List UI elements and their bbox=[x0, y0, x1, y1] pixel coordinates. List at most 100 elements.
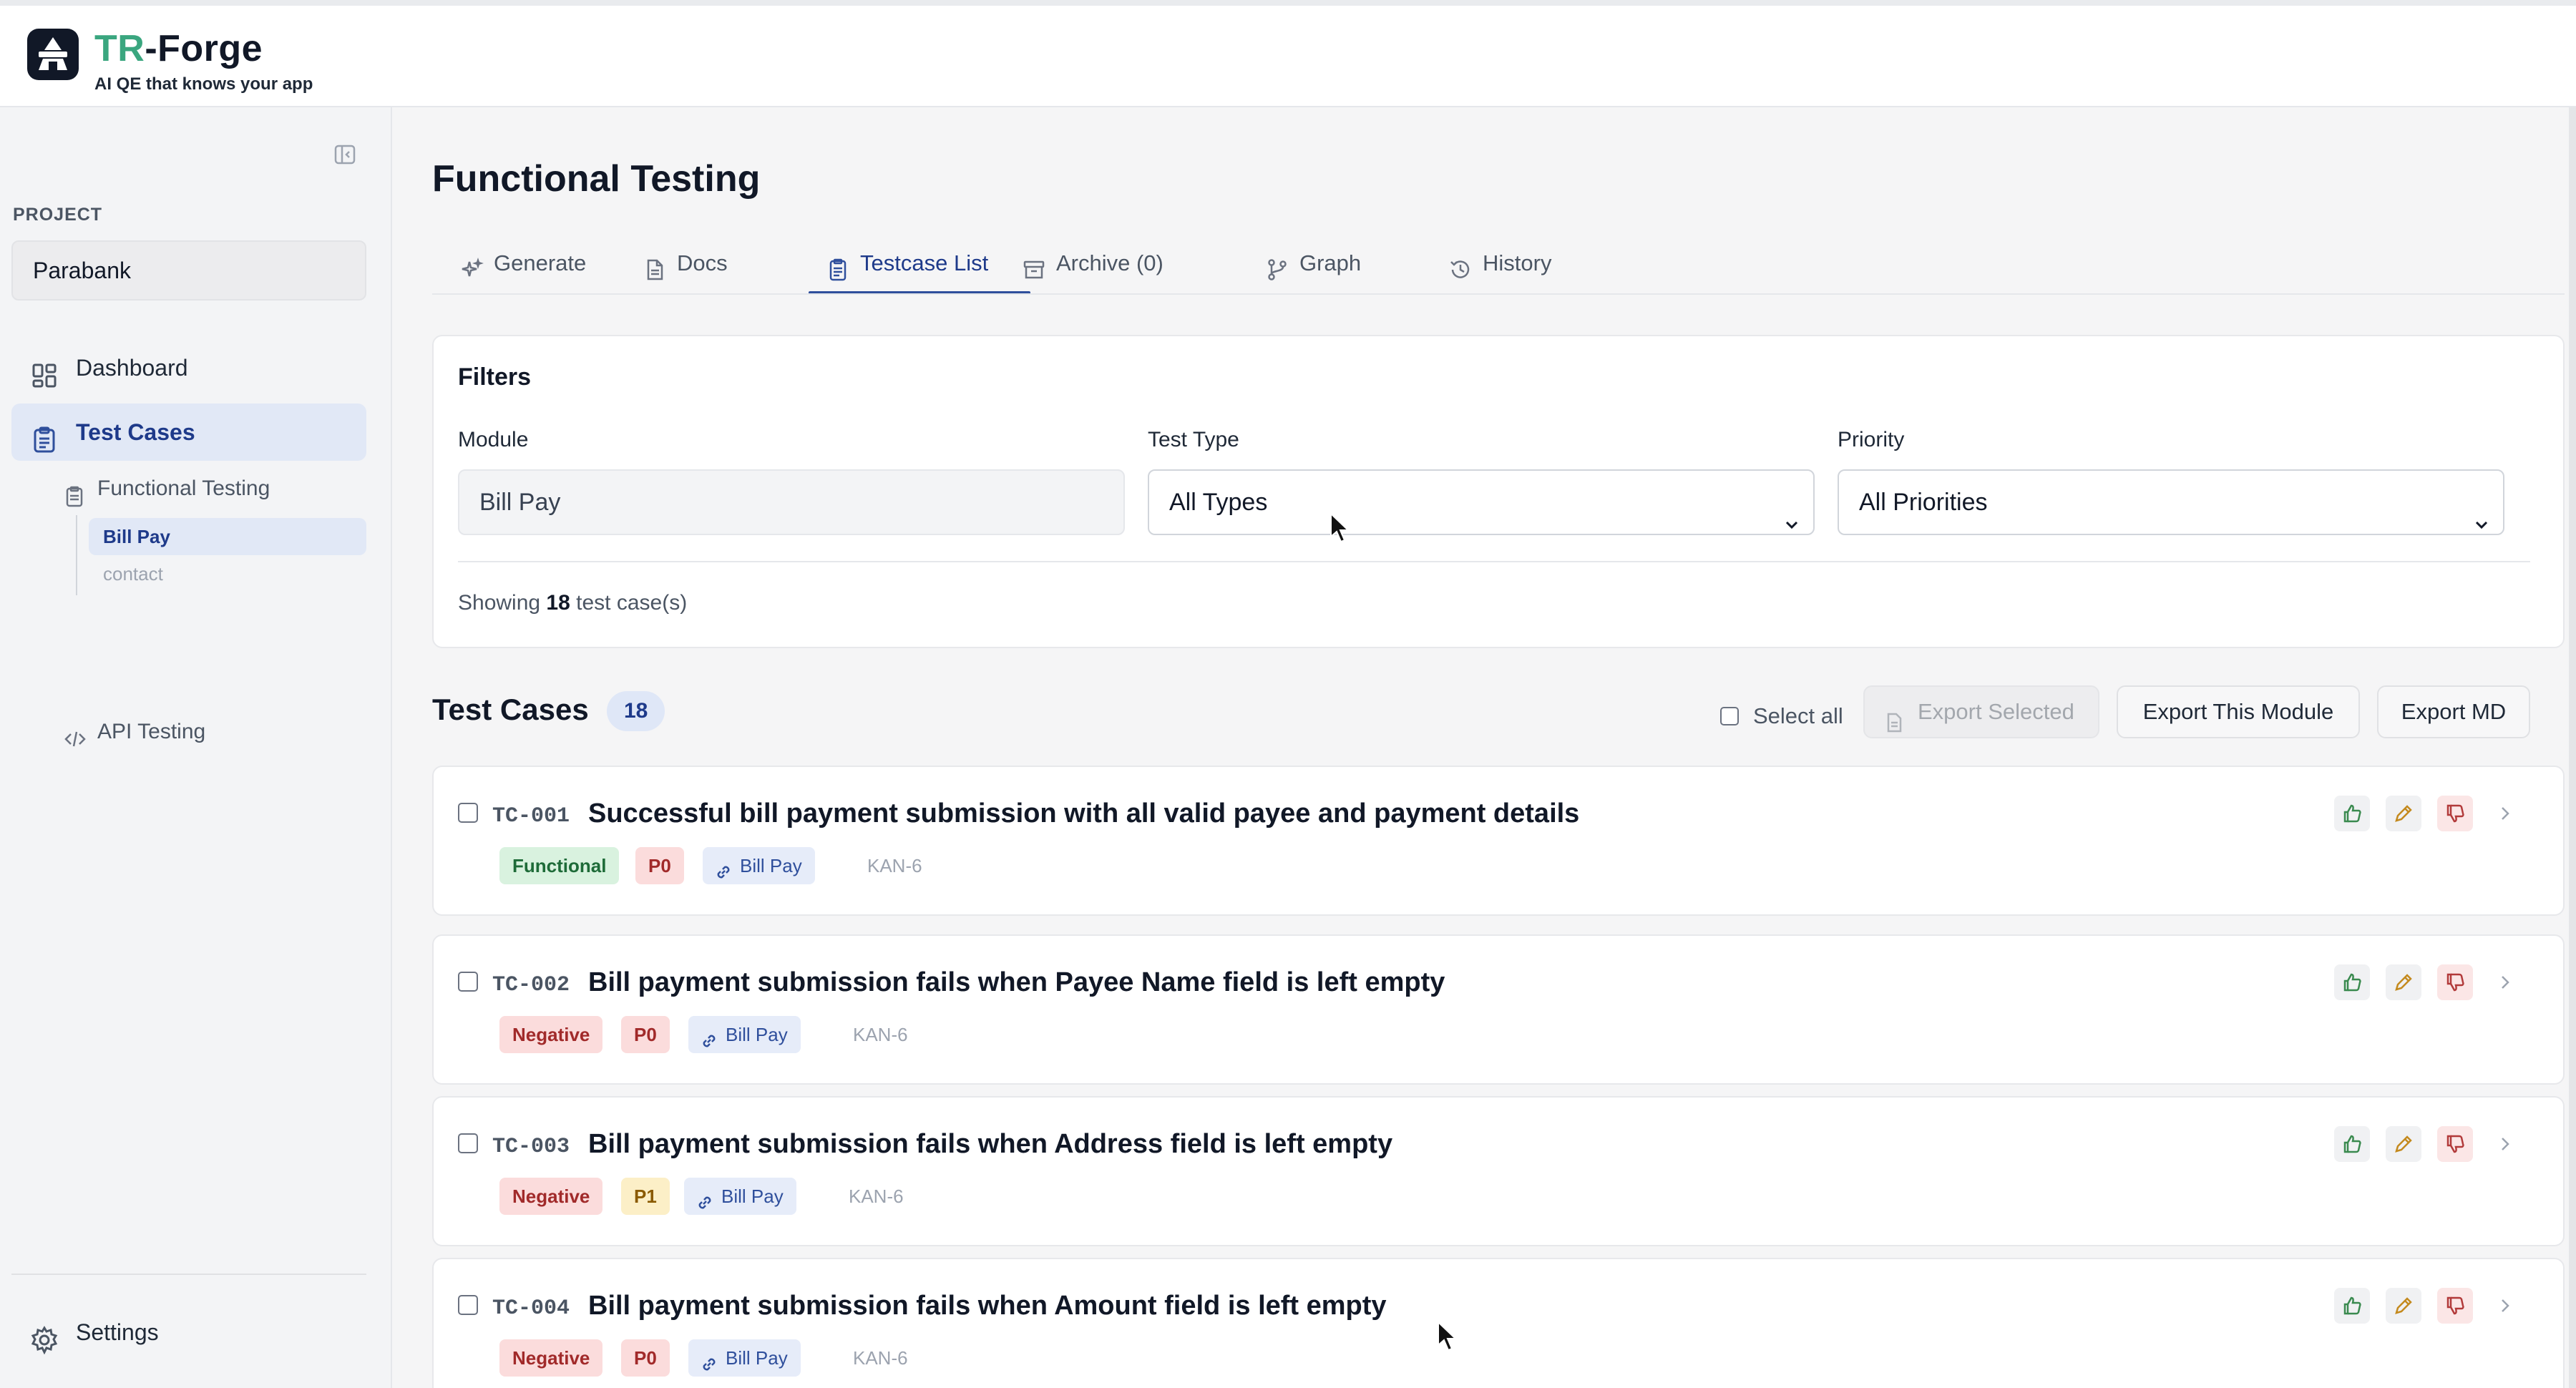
sidebar-item-label: Test Cases bbox=[76, 419, 195, 445]
archive-box-icon bbox=[1022, 252, 1046, 279]
thumbs-up-icon[interactable] bbox=[2334, 1288, 2370, 1324]
ticket-tag[interactable]: KAN-6 bbox=[849, 1178, 904, 1215]
results-count-suffix: test case(s) bbox=[576, 591, 688, 615]
sidebar-item-test-cases[interactable]: Test Cases bbox=[11, 404, 366, 461]
export-selected-button[interactable]: Export Selected bbox=[1863, 685, 2099, 738]
module-filter-field[interactable]: Bill Pay bbox=[458, 469, 1125, 535]
thumbs-down-icon[interactable] bbox=[2437, 1288, 2473, 1324]
module-tag-label: Bill Pay bbox=[721, 1186, 784, 1207]
tab-bar-border bbox=[432, 293, 2565, 295]
sidebar-item-functional-testing[interactable]: Functional Testing bbox=[63, 464, 364, 514]
chevron-right-icon[interactable] bbox=[2487, 1288, 2523, 1324]
sidebar-module-bill-pay[interactable]: Bill Pay bbox=[89, 518, 366, 555]
thumbs-up-icon[interactable] bbox=[2334, 964, 2370, 1000]
filters-panel: Filters Module Test Type Priority Bill P… bbox=[432, 335, 2565, 648]
window-top-strip bbox=[0, 0, 2576, 6]
sidebar-item-label: API Testing bbox=[97, 720, 206, 743]
project-label: PROJECT bbox=[13, 205, 103, 225]
module-tag-label: Bill Pay bbox=[726, 1347, 788, 1369]
tab-label: Docs bbox=[677, 250, 728, 275]
sparkles-icon bbox=[459, 252, 484, 277]
project-selector[interactable]: Parabank bbox=[11, 240, 366, 300]
chevron-down-icon bbox=[1783, 494, 1800, 529]
test-cases-heading: Test Cases bbox=[432, 693, 589, 726]
module-filter-label: Module bbox=[458, 428, 529, 451]
sidebar-item-label: Dashboard bbox=[76, 355, 188, 381]
brand-title: TR-Forge bbox=[94, 27, 263, 70]
row-checkbox[interactable] bbox=[458, 1295, 478, 1315]
pencil-icon[interactable] bbox=[2386, 1126, 2421, 1162]
test-case-title[interactable]: Successful bill payment submission with … bbox=[588, 798, 1579, 829]
ticket-tag[interactable]: KAN-6 bbox=[867, 847, 922, 884]
priority-select-value: All Priorities bbox=[1859, 489, 1988, 516]
tab-label: Generate bbox=[494, 250, 587, 275]
pencil-icon[interactable] bbox=[2386, 1288, 2421, 1324]
test-case-row[interactable]: TC-002 Bill payment submission fails whe… bbox=[432, 934, 2565, 1085]
app-header: TR-Forge AI QE that knows your app bbox=[0, 6, 2576, 107]
module-tag: Bill Pay bbox=[703, 847, 815, 884]
test-type-select[interactable]: All Types bbox=[1148, 469, 1815, 535]
app-window: TR-Forge AI QE that knows your app PROJE… bbox=[0, 0, 2576, 1388]
logo-icon[interactable] bbox=[27, 29, 79, 80]
test-cases-count-badge: 18 bbox=[607, 691, 665, 731]
checkbox[interactable] bbox=[1720, 707, 1739, 725]
chevron-right-icon[interactable] bbox=[2487, 964, 2523, 1000]
pencil-icon[interactable] bbox=[2386, 796, 2421, 831]
document-icon bbox=[1883, 701, 1905, 733]
code-icon bbox=[63, 720, 87, 747]
select-all-label: Select all bbox=[1753, 703, 1843, 728]
link-icon bbox=[714, 856, 733, 879]
sidebar-item-settings[interactable]: Settings bbox=[11, 1304, 366, 1361]
chevron-right-icon[interactable] bbox=[2487, 796, 2523, 831]
pencil-icon[interactable] bbox=[2386, 964, 2421, 1000]
export-module-button[interactable]: Export This Module bbox=[2117, 685, 2360, 738]
tab-label: Testcase List bbox=[860, 250, 989, 275]
clipboard-list-icon bbox=[826, 252, 850, 281]
window-scrollbar[interactable] bbox=[2569, 107, 2576, 1388]
test-case-title[interactable]: Bill payment submission fails when Amoun… bbox=[588, 1291, 1387, 1321]
results-count-prefix: Showing bbox=[458, 591, 541, 615]
results-count-value: 18 bbox=[546, 591, 570, 615]
test-case-row[interactable]: TC-004 Bill payment submission fails whe… bbox=[432, 1258, 2565, 1388]
ticket-tag[interactable]: KAN-6 bbox=[853, 1339, 908, 1377]
main-content: Functional Testing Generate Docs Testcas… bbox=[392, 107, 2576, 1388]
tab-label: History bbox=[1483, 250, 1552, 275]
row-checkbox[interactable] bbox=[458, 972, 478, 992]
test-type-filter-label: Test Type bbox=[1148, 428, 1239, 451]
thumbs-up-icon[interactable] bbox=[2334, 796, 2370, 831]
thumbs-down-icon[interactable] bbox=[2437, 964, 2473, 1000]
sidebar-item-api-testing[interactable]: API Testing bbox=[63, 707, 364, 757]
thumbs-down-icon[interactable] bbox=[2437, 796, 2473, 831]
test-case-title[interactable]: Bill payment submission fails when Payee… bbox=[588, 967, 1445, 998]
priority-tag: P0 bbox=[621, 1016, 670, 1053]
git-branch-icon bbox=[1265, 252, 1289, 280]
mouse-cursor-icon bbox=[1330, 512, 1351, 544]
link-icon bbox=[700, 1025, 718, 1047]
type-tag: Negative bbox=[499, 1178, 603, 1215]
thumbs-down-icon[interactable] bbox=[2437, 1126, 2473, 1162]
chevron-right-icon[interactable] bbox=[2487, 1126, 2523, 1162]
thumbs-up-icon[interactable] bbox=[2334, 1126, 2370, 1162]
filters-divider bbox=[458, 561, 2530, 562]
type-tag: Negative bbox=[499, 1016, 603, 1053]
test-case-title[interactable]: Bill payment submission fails when Addre… bbox=[588, 1129, 1392, 1160]
priority-select[interactable]: All Priorities bbox=[1838, 469, 2504, 535]
document-icon bbox=[643, 252, 667, 280]
sidebar-module-contact[interactable]: contact bbox=[89, 555, 366, 592]
clipboard-icon bbox=[30, 418, 59, 453]
test-case-id: TC-003 bbox=[492, 1135, 570, 1159]
sidebar: PROJECT Parabank Dashboard Test Cases Fu… bbox=[0, 107, 392, 1388]
sidebar-item-dashboard[interactable]: Dashboard bbox=[11, 339, 366, 396]
page-title: Functional Testing bbox=[432, 158, 761, 200]
test-case-row[interactable]: TC-001 Successful bill payment submissio… bbox=[432, 766, 2565, 916]
sidebar-divider bbox=[11, 1274, 366, 1275]
ticket-tag[interactable]: KAN-6 bbox=[853, 1016, 908, 1053]
link-icon bbox=[700, 1349, 718, 1371]
export-md-button[interactable]: Export MD bbox=[2377, 685, 2530, 738]
results-count-text: Showing 18 test case(s) bbox=[458, 591, 687, 615]
test-case-row[interactable]: TC-003 Bill payment submission fails whe… bbox=[432, 1096, 2565, 1246]
row-checkbox[interactable] bbox=[458, 1133, 478, 1153]
row-checkbox[interactable] bbox=[458, 803, 478, 823]
type-tag: Negative bbox=[499, 1339, 603, 1377]
sidebar-collapse-icon[interactable] bbox=[333, 143, 356, 166]
